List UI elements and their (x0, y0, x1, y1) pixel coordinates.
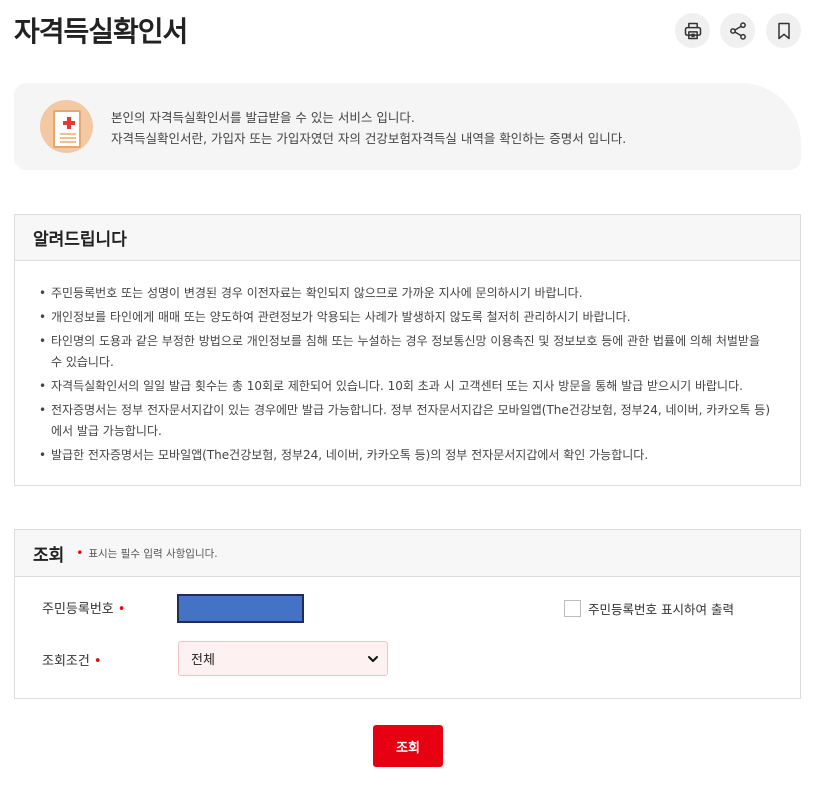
condition-label-text: 조회조건 (42, 654, 90, 669)
jumin-label-text: 주민등록번호 (42, 602, 114, 617)
show-jumin-option[interactable]: 주민등록번호 표시하여 출력 (564, 599, 734, 618)
jumin-label: 주민등록번호 • (42, 598, 125, 617)
show-jumin-label: 주민등록번호 표시하여 출력 (588, 602, 734, 617)
required-mark: • (76, 546, 84, 560)
condition-select-value: 전체 (191, 653, 215, 668)
chevron-down-icon (368, 655, 378, 662)
show-jumin-checkbox[interactable] (564, 600, 581, 617)
printer-icon (684, 22, 701, 39)
bookmark-button[interactable] (766, 13, 801, 48)
notice-section: 알려드립니다 주민등록번호 또는 성명이 변경된 경우 이전자료는 확인되지 않… (14, 214, 801, 486)
notice-item: 전자증명서는 정부 전자문서지갑이 있는 경우에만 발급 가능합니다. 정부 전… (37, 400, 770, 442)
condition-select[interactable]: 전체 (178, 641, 388, 676)
search-header: 조회 • 표시는 필수 입력 사항입니다. (15, 530, 800, 577)
print-button[interactable] (675, 13, 710, 48)
service-intro-box: 본인의 자격득실확인서를 발급받을 수 있는 서비스 입니다. 자격득실확인서란… (14, 83, 801, 170)
intro-text: 본인의 자격득실확인서를 발급받을 수 있는 서비스 입니다. 자격득실확인서란… (111, 107, 626, 149)
intro-line-1: 본인의 자격득실확인서를 발급받을 수 있는 서비스 입니다. (111, 110, 415, 125)
medical-document-icon (40, 100, 93, 153)
submit-button[interactable]: 조회 (373, 725, 443, 767)
notice-item: 자격득실확인서의 일일 발급 횟수는 총 10회로 제한되어 있습니다. 10회… (37, 376, 770, 397)
share-icon (729, 21, 746, 40)
required-mark: • (117, 602, 126, 617)
notice-item: 개인정보를 타인에게 매매 또는 양도하여 관련정보가 악용되는 사례가 발생하… (37, 307, 770, 328)
notice-item: 타인명의 도용과 같은 부정한 방법으로 개인정보를 침해 또는 누설하는 경우… (37, 331, 770, 373)
jumin-input[interactable] (177, 594, 304, 623)
search-section: 조회 • 표시는 필수 입력 사항입니다. 주민등록번호 • 주민등록번호 표시하… (14, 529, 801, 699)
share-button[interactable] (720, 13, 755, 48)
notice-item: 주민등록번호 또는 성명이 변경된 경우 이전자료는 확인되지 않으므로 가까운… (37, 283, 770, 304)
page-title: 자격득실확인서 (14, 15, 188, 48)
condition-label: 조회조건 • (42, 650, 102, 669)
notice-title: 알려드립니다 (15, 215, 800, 261)
required-note: 표시는 필수 입력 사항입니다. (88, 547, 218, 560)
bookmark-icon (777, 22, 790, 39)
notice-item: 발급한 전자증명서는 모바일앱(The건강보험, 정부24, 네이버, 카카오톡… (37, 445, 770, 466)
search-title: 조회 (33, 545, 65, 566)
intro-line-2: 자격득실확인서란, 가입자 또는 가입자였던 자의 건강보험자격득실 내역을 확… (111, 131, 627, 146)
required-mark: • (93, 654, 102, 669)
notice-list: 주민등록번호 또는 성명이 변경된 경우 이전자료는 확인되지 않으므로 가까운… (15, 261, 800, 466)
